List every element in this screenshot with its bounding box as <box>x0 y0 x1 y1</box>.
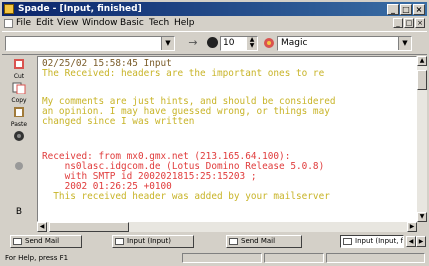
scroll-thumb[interactable] <box>417 70 427 90</box>
font-icon[interactable] <box>207 37 218 48</box>
status-bar: For Help, press F1 <box>2 252 427 264</box>
tab-next-icon[interactable]: ▶ <box>416 236 426 247</box>
extra-tool[interactable] <box>4 160 34 184</box>
document-icon[interactable] <box>4 19 13 28</box>
font-size-value: 10 <box>223 38 235 48</box>
circle-icon <box>14 131 24 141</box>
copy-icon <box>12 82 26 95</box>
menu-window[interactable]: Window <box>82 18 118 28</box>
scroll-down-icon[interactable]: ▼ <box>417 212 427 222</box>
task-tab[interactable]: Send Mail <box>10 235 82 248</box>
mail-icon <box>343 238 352 245</box>
window-tabs: Send Mail Input (Input) Send Mail Input … <box>2 233 427 251</box>
menu-basic[interactable]: Basic <box>120 18 144 28</box>
cut-tool[interactable]: Cut <box>4 58 34 82</box>
go-arrow-icon[interactable]: → <box>186 37 200 50</box>
paste-icon <box>14 107 24 117</box>
vertical-scrollbar[interactable]: ▲ ▼ <box>417 56 427 222</box>
text-line: This received header was added by your m… <box>42 191 330 202</box>
cut-icon <box>14 59 24 69</box>
menu-help[interactable]: Help <box>174 18 195 28</box>
horizontal-scrollbar[interactable]: ◀ ▶ <box>37 222 417 232</box>
menu-tech[interactable]: Tech <box>149 18 169 28</box>
menu-file[interactable]: File <box>16 18 31 28</box>
message-text-area[interactable]: 02/25/02 15:58:45 Input The Received: he… <box>37 56 417 222</box>
doc-restore-button[interactable]: □ <box>404 18 414 28</box>
paste-label: Paste <box>10 121 28 128</box>
status-pane <box>326 253 425 263</box>
menu-edit[interactable]: Edit <box>36 18 53 28</box>
close-button[interactable]: × <box>413 4 425 15</box>
doc-minimize-button[interactable]: _ <box>393 18 403 28</box>
copy-tool[interactable]: Copy <box>4 82 34 106</box>
text-line: The Received: headers are the important … <box>42 68 325 79</box>
scroll-up-icon[interactable]: ▲ <box>417 56 427 66</box>
paste-tool[interactable]: Paste <box>4 106 34 130</box>
status-text: For Help, press F1 <box>5 254 69 262</box>
mail-icon <box>13 238 22 245</box>
copy-label: Copy <box>11 97 27 104</box>
title-bar: Spade - [Input, finished] _ □ × <box>2 2 427 16</box>
mail-icon <box>229 238 238 245</box>
task-label: Send Mail <box>25 237 60 245</box>
scroll-thumb[interactable] <box>49 222 129 232</box>
tool-strip: Cut Copy Paste B <box>2 56 35 228</box>
menu-bar: File Edit View Window Basic Tech Help _ □… <box>2 17 427 30</box>
record-tool[interactable] <box>4 130 34 154</box>
maximize-button[interactable]: □ <box>400 4 412 15</box>
tab-prev-icon[interactable]: ◀ <box>406 236 416 247</box>
app-icon[interactable] <box>4 4 14 14</box>
scroll-left-icon[interactable]: ◀ <box>37 222 47 232</box>
task-tab[interactable]: Input (Input) <box>112 235 194 248</box>
spin-icon[interactable]: ▲ ▼ <box>247 37 257 50</box>
status-pane <box>264 253 324 263</box>
tool-icon <box>15 162 23 170</box>
window-title: Spade - [Input, finished] <box>18 4 142 14</box>
task-label: Send Mail <box>241 237 276 245</box>
doc-close-button[interactable]: × <box>415 18 425 28</box>
application-window: Spade - [Input, finished] _ □ × File Edit … <box>0 0 429 266</box>
b-icon: B <box>15 207 23 217</box>
magic-select[interactable]: Magic ▼ <box>277 36 412 51</box>
scroll-right-icon[interactable]: ▶ <box>407 222 417 232</box>
status-pane <box>182 253 262 263</box>
task-label: Input (Input, finished) <box>355 237 403 245</box>
magic-icon[interactable] <box>263 37 275 49</box>
menu-view[interactable]: View <box>57 18 78 28</box>
minimize-button[interactable]: _ <box>387 4 399 15</box>
mail-icon <box>115 238 124 245</box>
task-tab-active[interactable]: Input (Input, finished) <box>340 235 404 248</box>
task-label: Input (Input) <box>127 237 171 245</box>
magic-value: Magic <box>281 38 308 48</box>
toolbar: ▼ → 10 ▲ ▼ Magic ▼ <box>2 31 427 55</box>
chevron-down-icon[interactable]: ▼ <box>161 37 174 50</box>
task-tab[interactable]: Send Mail <box>226 235 302 248</box>
chevron-down-icon[interactable]: ▼ <box>398 37 411 50</box>
address-combo[interactable]: ▼ <box>5 36 175 51</box>
cut-label: Cut <box>13 73 25 80</box>
font-size-field[interactable]: 10 ▲ ▼ <box>220 36 258 51</box>
bottom-tool[interactable]: B <box>4 208 34 222</box>
text-line: changed since I was written <box>42 116 195 127</box>
